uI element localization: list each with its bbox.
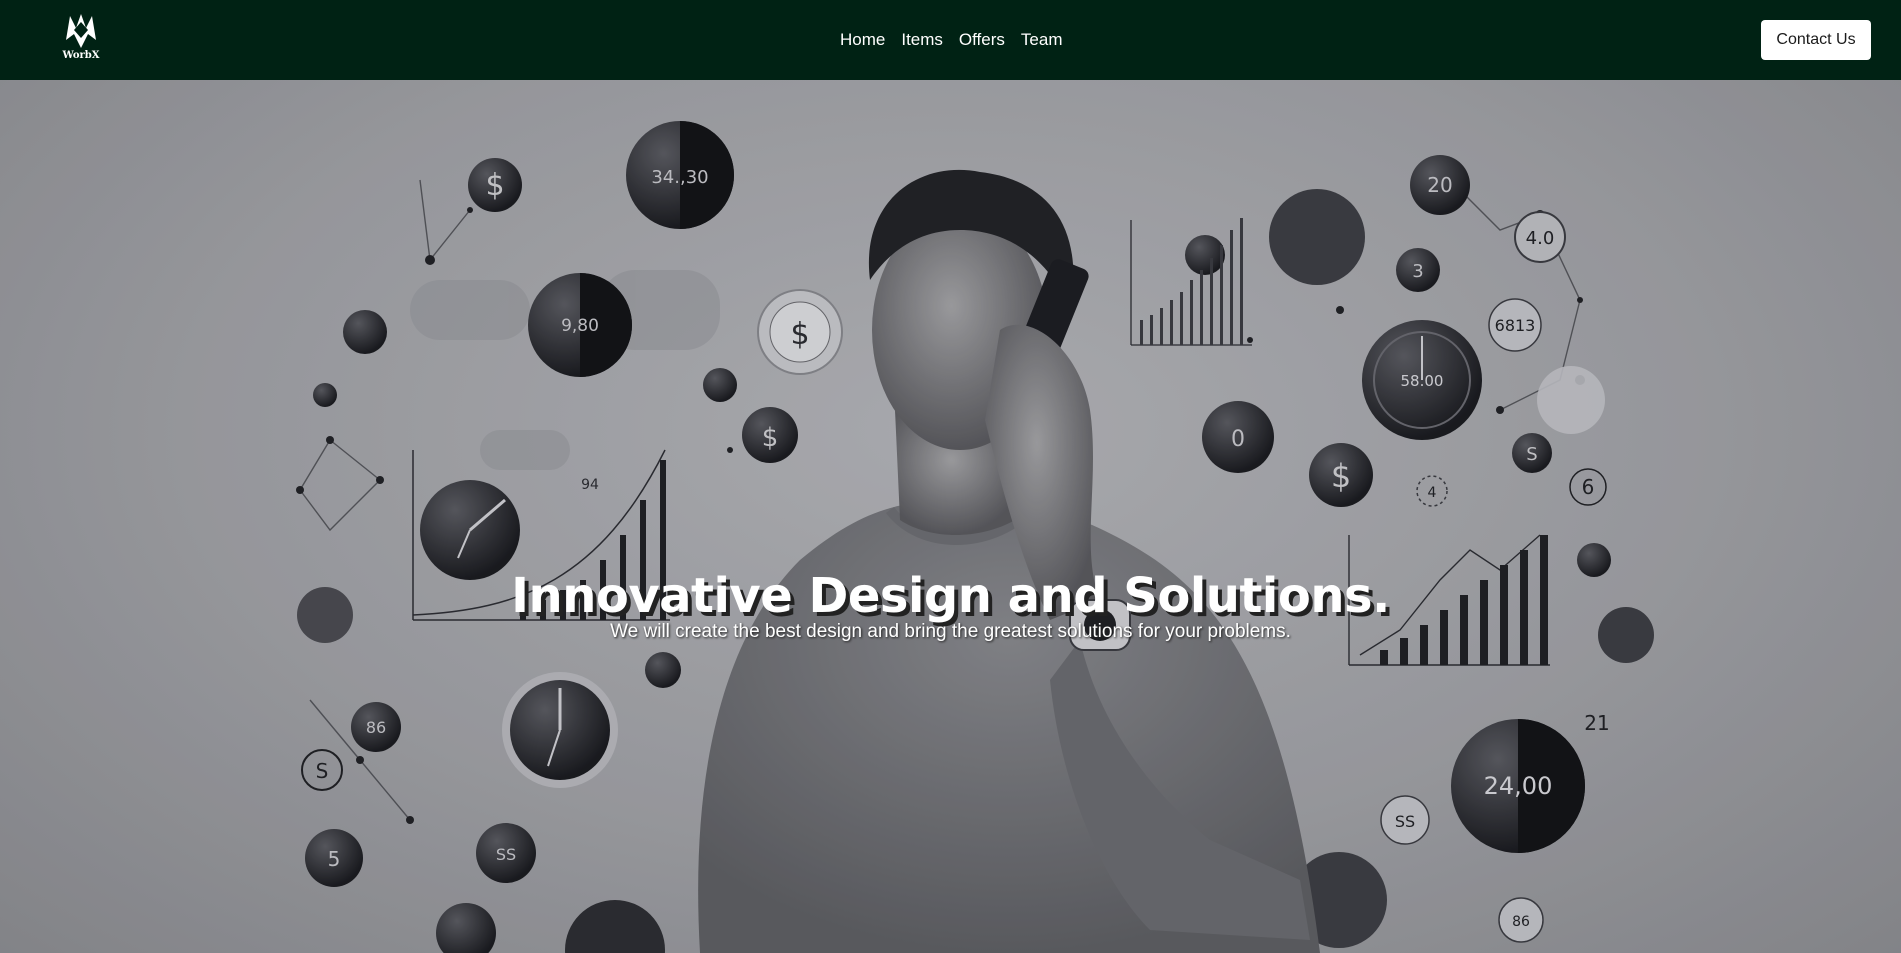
- hero-dim-overlay: [0, 80, 1901, 953]
- nav-team-link[interactable]: Team: [1021, 30, 1063, 50]
- worbx-logo-icon: [66, 14, 96, 48]
- hero-section: $ 34.,30 9,80 $ $ 94 86 S 5 SS 20 4.0 3 …: [0, 80, 1901, 953]
- hero-title: Innovative Design and Solutions.: [511, 568, 1390, 624]
- main-nav: Home Items Offers Team: [840, 0, 1062, 80]
- contact-us-button[interactable]: Contact Us: [1761, 20, 1871, 60]
- logo-text: WorbX: [62, 50, 100, 61]
- hero-subtitle: We will create the best design and bring…: [610, 621, 1291, 642]
- nav-home-link[interactable]: Home: [840, 30, 885, 50]
- nav-offers-link[interactable]: Offers: [959, 30, 1005, 50]
- top-navbar: WorbX Home Items Offers Team Contact Us: [0, 0, 1901, 80]
- brand-logo[interactable]: WorbX: [56, 10, 106, 70]
- nav-items-link[interactable]: Items: [901, 30, 943, 50]
